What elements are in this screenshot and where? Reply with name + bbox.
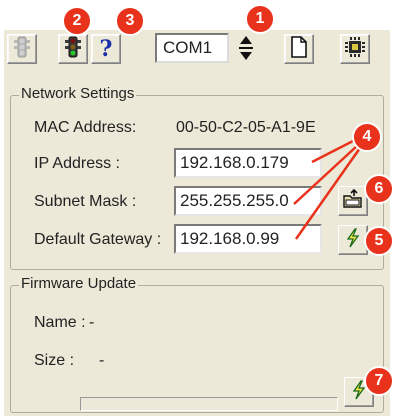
connect-button[interactable] bbox=[58, 34, 88, 64]
lightning-icon bbox=[343, 227, 363, 253]
default-gateway-input[interactable]: 192.168.0.99 bbox=[174, 224, 322, 254]
callout-badge-3: 3 bbox=[115, 6, 145, 36]
new-button[interactable] bbox=[284, 34, 314, 64]
disconnect-button[interactable] bbox=[7, 34, 37, 64]
firmware-name-value: - bbox=[89, 314, 95, 331]
subnet-mask-label: Subnet Mask : bbox=[34, 193, 137, 210]
device-button[interactable] bbox=[340, 34, 370, 64]
callout-badge-2: 2 bbox=[62, 6, 92, 36]
firmware-update-title: Firmware Update bbox=[19, 275, 139, 292]
traffic-light-icon bbox=[62, 36, 84, 63]
new-document-icon bbox=[289, 35, 309, 63]
firmware-update-group: Firmware Update bbox=[10, 275, 384, 413]
mac-address-value: 00-50-C2-05-A1-9E bbox=[176, 119, 316, 136]
callout-badge-1: 1 bbox=[245, 4, 275, 34]
help-icon: ? bbox=[99, 36, 113, 62]
port-select[interactable]: COM1 bbox=[155, 33, 229, 63]
callout-badge-6: 6 bbox=[364, 174, 394, 204]
network-settings-title: Network Settings bbox=[19, 85, 137, 102]
spinner-arrows-icon bbox=[239, 36, 253, 60]
ip-address-input[interactable]: 192.168.0.179 bbox=[174, 148, 322, 178]
callout-badge-7: 7 bbox=[364, 366, 394, 396]
firmware-size-value: - bbox=[99, 352, 105, 369]
mac-address-label: MAC Address: bbox=[34, 119, 137, 136]
default-gateway-label: Default Gateway : bbox=[34, 231, 162, 248]
ip-address-label: IP Address : bbox=[34, 155, 120, 172]
port-spinner[interactable] bbox=[233, 32, 259, 64]
firmware-progress-bar bbox=[80, 397, 338, 411]
help-button[interactable]: ? bbox=[91, 34, 121, 64]
callout-badge-4: 4 bbox=[352, 122, 382, 152]
folder-import-icon bbox=[342, 188, 364, 215]
subnet-mask-input[interactable]: 255.255.255.0 bbox=[174, 186, 322, 216]
traffic-light-gray-icon bbox=[11, 36, 33, 63]
firmware-name-label: Name : bbox=[34, 314, 86, 331]
chip-icon bbox=[344, 36, 366, 63]
callout-badge-5: 5 bbox=[364, 226, 394, 256]
firmware-size-label: Size : bbox=[34, 352, 75, 369]
